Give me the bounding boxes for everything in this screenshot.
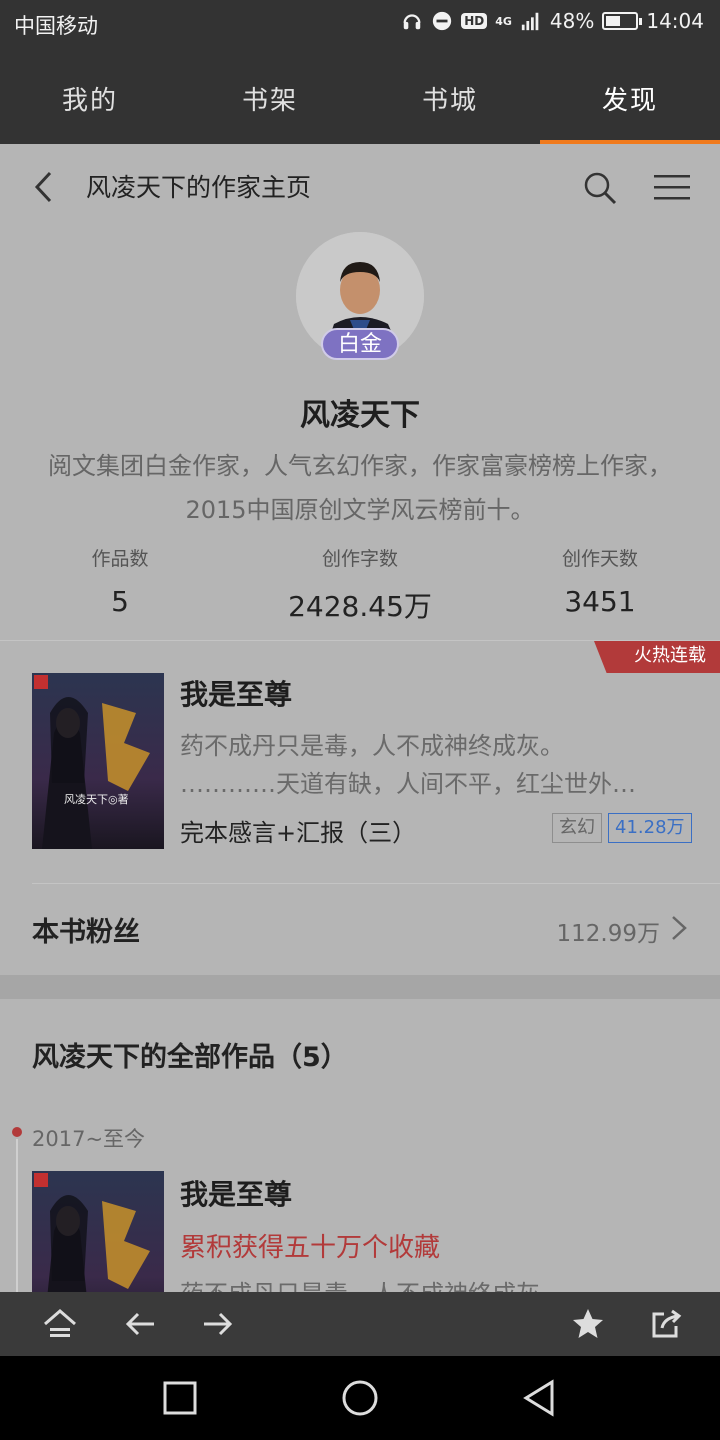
- author-description: 阅文集团白金作家，人气玄幻作家，作家富豪榜榜上作家，2015中国原创文学风云榜前…: [48, 452, 672, 524]
- top-nav: 我的 书架 书城 发现: [0, 50, 720, 144]
- do-not-disturb-icon: [433, 11, 452, 31]
- book-fans-row[interactable]: 本书粉丝 112.99万: [32, 883, 720, 975]
- stat-works: 作品数 5: [0, 544, 240, 625]
- headphones-icon: [403, 14, 421, 30]
- home-circle-icon[interactable]: [340, 1378, 380, 1418]
- back-arrow-icon[interactable]: [122, 1306, 158, 1342]
- stat-value: 5: [111, 585, 129, 618]
- author-name: 风凌天下: [300, 398, 420, 433]
- signal-icon: [521, 12, 539, 31]
- latest-chapter[interactable]: 完本感言+汇报（三）: [180, 813, 416, 848]
- author-page[interactable]: 风凌天下的作家主页 白金 风凌天下 阅文集团白金作家，人气玄幻作家，作家富豪榜榜…: [0, 144, 720, 1292]
- page-title: 风凌天下的作家主页: [86, 173, 312, 202]
- all-works-section: 风凌天下的全部作品（5） 2017~至今 我是至尊 累积获得五十万个收藏 药不成…: [0, 999, 720, 1292]
- search-icon[interactable]: [582, 170, 618, 206]
- stat-label: 作品数: [91, 548, 149, 570]
- hd-badge: HD: [461, 13, 488, 29]
- page-header: 风凌天下的作家主页: [0, 144, 720, 228]
- clock: 14:04: [646, 9, 704, 33]
- status-bar: 中国移动 HD 4G 48% 14:04: [0, 0, 720, 50]
- all-works-title: 风凌天下的全部作品（5）: [32, 1042, 348, 1073]
- book-cover-art: [32, 673, 164, 849]
- battery-percent: 48%: [549, 9, 595, 33]
- work-cover-art: [32, 1171, 164, 1292]
- tab-bookshelf[interactable]: 书架: [180, 50, 360, 144]
- timeline-dot: [12, 1127, 22, 1137]
- featured-book-card[interactable]: 火热连载 风凌天下◎著 我是至尊 药不成丹只是毒，人不成神终成灰。 …………天道…: [0, 641, 720, 975]
- hot-serial-badge: 火热连载: [594, 641, 720, 673]
- fans-count: 112.99万: [556, 921, 660, 947]
- work-intro: 药不成丹只是毒，人不成神终成灰。: [180, 1275, 680, 1292]
- stat-value: 3451: [564, 585, 636, 618]
- carrier-label: 中国移动: [14, 14, 98, 38]
- level-badge: 白金: [321, 328, 399, 360]
- menu-icon[interactable]: [652, 172, 692, 202]
- work-cover[interactable]: [32, 1171, 164, 1292]
- book-intro-line: …………天道有缺，人间不平，红尘世外…: [180, 770, 636, 798]
- system-nav-bar: [0, 1356, 720, 1440]
- cover-author: 风凌天下◎著: [64, 793, 129, 806]
- tab-bookstore[interactable]: 书城: [360, 50, 540, 144]
- home-icon[interactable]: [42, 1306, 78, 1342]
- stat-label: 创作字数: [321, 548, 398, 570]
- genre-tag: 玄幻: [552, 813, 602, 843]
- stat-label: 创作天数: [561, 548, 638, 570]
- timeline-date: 2017~至今: [32, 1127, 146, 1151]
- word-count-tag: 41.28万: [608, 813, 692, 843]
- tab-mine[interactable]: 我的: [0, 50, 180, 144]
- work-achievement: 累积获得五十万个收藏: [180, 1233, 441, 1263]
- network-type: 4G: [495, 14, 512, 28]
- forward-arrow-icon[interactable]: [200, 1306, 236, 1342]
- stat-value: 2428.45万: [288, 590, 432, 623]
- back-chevron-icon[interactable]: [30, 170, 60, 204]
- chevron-right-icon: [672, 916, 687, 940]
- recent-apps-icon[interactable]: [160, 1378, 200, 1418]
- author-stats: 作品数 5 创作字数 2428.45万 创作天数 3451: [0, 544, 720, 625]
- book-title[interactable]: 我是至尊: [180, 673, 292, 713]
- author-profile: 风凌天下的作家主页 白金 风凌天下 阅文集团白金作家，人气玄幻作家，作家富豪榜榜…: [0, 144, 720, 640]
- timeline-line: [16, 1139, 18, 1292]
- book-cover[interactable]: 风凌天下◎著: [32, 673, 164, 849]
- tab-discover[interactable]: 发现: [540, 50, 720, 144]
- book-intro-line: 药不成丹只是毒，人不成神终成灰。: [180, 732, 564, 760]
- battery-icon: [602, 12, 643, 30]
- browser-toolbar: [0, 1292, 720, 1356]
- star-icon[interactable]: [570, 1306, 606, 1342]
- back-triangle-icon[interactable]: [520, 1378, 560, 1418]
- fans-label: 本书粉丝: [32, 917, 140, 948]
- section-gap: [0, 975, 720, 999]
- stat-word-count: 创作字数 2428.45万: [240, 544, 480, 625]
- share-icon[interactable]: [648, 1306, 684, 1342]
- status-icons: HD 4G 48% 14:04: [401, 9, 704, 33]
- stat-days: 创作天数 3451: [480, 544, 720, 625]
- work-title[interactable]: 我是至尊: [180, 1173, 292, 1213]
